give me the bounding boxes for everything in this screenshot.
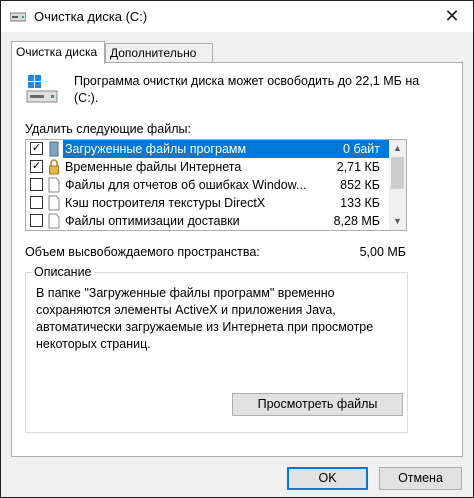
file-size: 8,28 МБ — [333, 214, 380, 228]
ok-button[interactable]: OK — [287, 467, 368, 490]
space-value: 5,00 МБ — [359, 245, 406, 259]
cancel-button[interactable]: Отмена — [379, 467, 462, 490]
disk-cleanup-window: Очистка диска (C:) ✕ Очистка диска Допол… — [0, 0, 474, 498]
lock-icon — [49, 159, 59, 175]
close-button[interactable]: ✕ — [439, 3, 465, 29]
list-scrollbar[interactable]: ▲ ▼ — [389, 140, 406, 230]
checkbox[interactable] — [30, 196, 43, 209]
description-title: Описание — [32, 265, 94, 279]
view-files-button[interactable]: Просмотреть файлы — [232, 393, 403, 416]
file-name: Файлы оптимизации доставки — [65, 214, 240, 228]
file-row[interactable]: ✓ Временные файлы Интернета 2,71 КБ — [26, 158, 390, 176]
title-bar: Очистка диска (C:) ✕ — [1, 1, 473, 32]
file-icon — [48, 177, 60, 193]
file-size: 133 КБ — [340, 196, 380, 210]
file-name: Загруженные файлы программ — [63, 140, 319, 158]
tab-more-options[interactable]: Дополнительно — [105, 43, 213, 63]
file-size: 2,71 КБ — [336, 160, 380, 174]
drive-icon — [10, 12, 26, 22]
scroll-up-arrow-icon[interactable]: ▲ — [389, 140, 406, 157]
close-icon: ✕ — [444, 6, 460, 26]
windows-drive-icon — [26, 75, 58, 103]
checkbox[interactable]: ✓ — [30, 142, 43, 155]
tab-panel: Программа очистки диска может освободить… — [11, 62, 463, 457]
checkbox[interactable]: ✓ — [30, 160, 43, 173]
tab-disk-cleanup[interactable]: Очистка диска — [11, 41, 105, 64]
checkbox[interactable] — [30, 214, 43, 227]
file-row[interactable]: Файлы оптимизации доставки 8,28 МБ — [26, 212, 390, 230]
file-row[interactable]: Файлы для отчетов об ошибках Window... 8… — [26, 176, 390, 194]
file-name: Файлы для отчетов об ошибках Window... — [65, 178, 307, 192]
file-row[interactable]: Кэш построителя текстуры DirectX 133 КБ — [26, 194, 390, 212]
tab-strip: Очистка диска Дополнительно — [11, 41, 461, 64]
description-group: Описание В папке "Загруженные файлы прог… — [25, 265, 408, 433]
summary-text: Программа очистки диска может освободить… — [74, 74, 420, 105]
file-size: 0 байт — [319, 140, 390, 158]
file-list-label: Удалить следующие файлы: — [25, 122, 191, 136]
scroll-down-arrow-icon[interactable]: ▼ — [389, 213, 406, 230]
file-name: Временные файлы Интернета — [65, 160, 242, 174]
scroll-thumb[interactable] — [391, 157, 404, 189]
space-label: Объем высвобождаемого пространства: — [25, 245, 260, 259]
file-row[interactable]: ✓ Загруженные файлы программ 0 байт — [26, 140, 390, 158]
file-icon — [48, 213, 60, 229]
window-title: Очистка диска (C:) — [34, 9, 148, 24]
checkbox[interactable] — [30, 178, 43, 191]
file-name: Кэш построителя текстуры DirectX — [65, 196, 266, 210]
folder-icon — [49, 141, 59, 157]
file-size: 852 КБ — [340, 178, 380, 192]
file-list[interactable]: ✓ Загруженные файлы программ 0 байт ✓ Вр… — [25, 139, 407, 231]
file-icon — [48, 195, 60, 211]
description-text: В папке "Загруженные файлы программ" вре… — [36, 286, 374, 351]
